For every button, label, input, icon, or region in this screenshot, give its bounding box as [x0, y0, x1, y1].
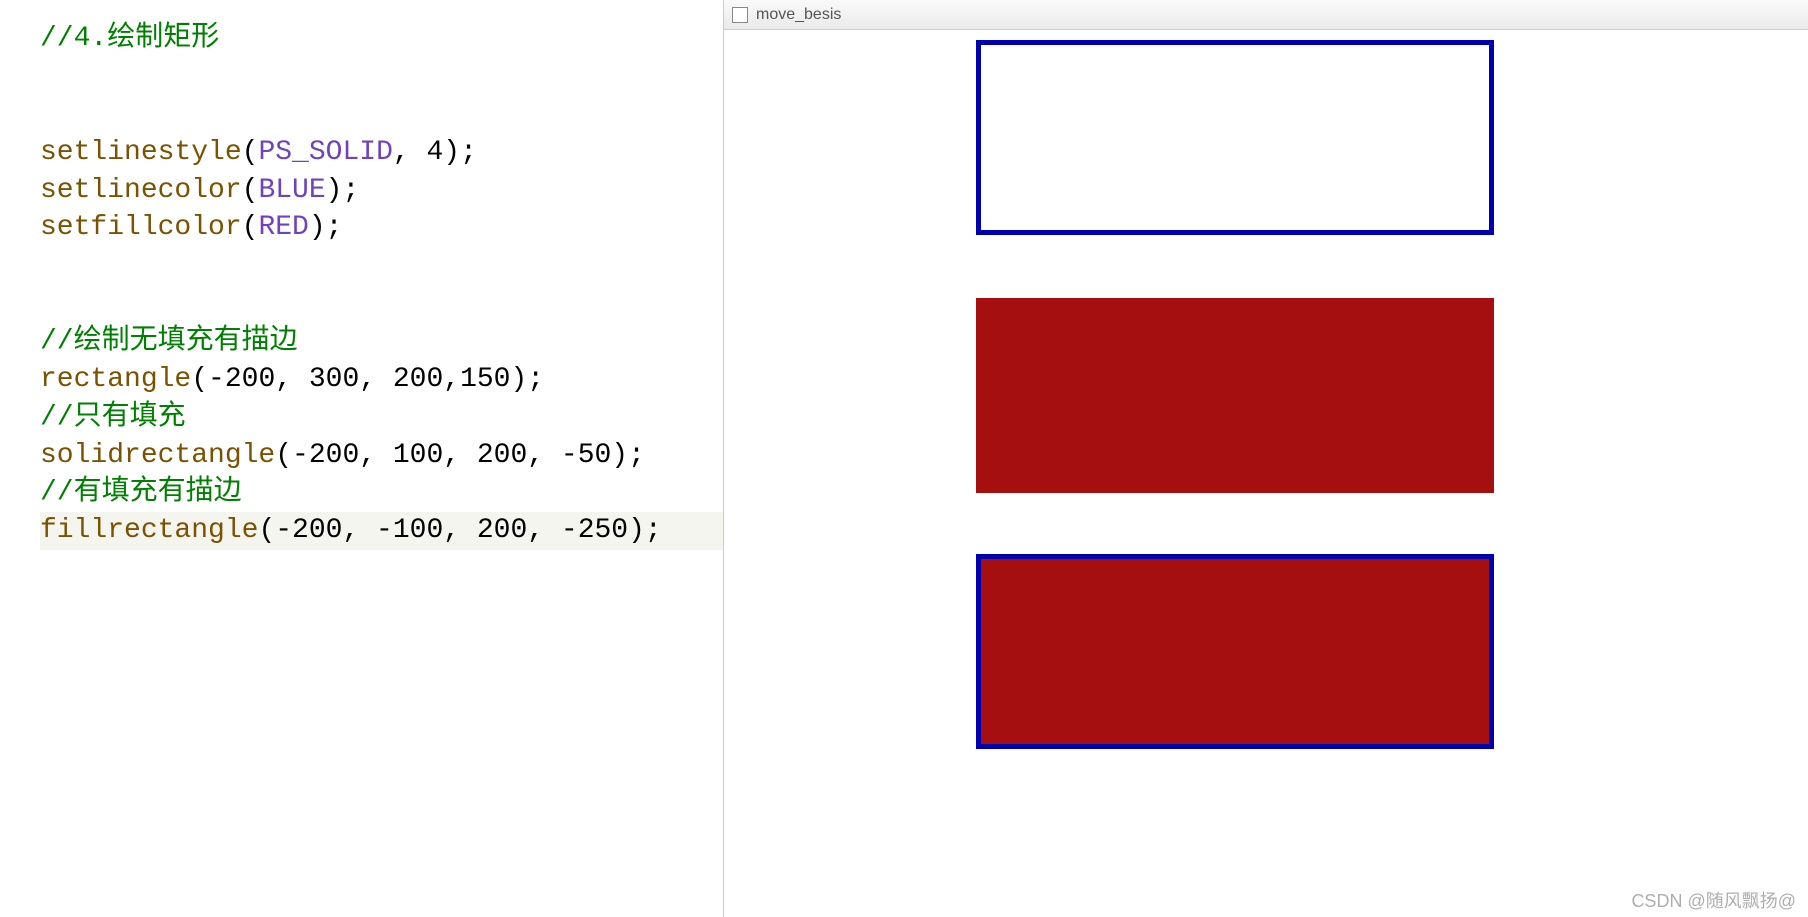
comment-solid: //只有填充 [40, 399, 723, 437]
code-line-solidrectangle: solidrectangle(-200, 100, 200, -50); [40, 437, 723, 475]
func-rectangle: rectangle [40, 364, 191, 395]
watermark-text: CSDN @随风飘扬@ [1631, 887, 1796, 913]
func-setfillcolor: setfillcolor [40, 212, 242, 243]
arg-blue: BLUE [258, 175, 325, 206]
comment-fill: //有填充有描边 [40, 474, 723, 512]
args-fillrectangle: (-200, -100, 200, -250); [258, 515, 661, 546]
app-icon [732, 7, 748, 23]
arg-ps-solid: PS_SOLID [258, 137, 392, 168]
args-rectangle: (-200, 300, 200,150); [191, 364, 544, 395]
func-solidrectangle: solidrectangle [40, 440, 275, 471]
arg-4: 4 [426, 137, 443, 168]
rectangle-fill [976, 554, 1494, 749]
code-line-setfillcolor: setfillcolor(RED); [40, 209, 723, 247]
rectangle-outline [976, 40, 1494, 235]
func-fillrectangle: fillrectangle [40, 515, 258, 546]
window-title-text: move_besis [756, 6, 841, 24]
code-line-rectangle: rectangle(-200, 300, 200,150); [40, 361, 723, 399]
func-setlinestyle: setlinestyle [40, 137, 242, 168]
func-setlinecolor: setlinecolor [40, 175, 242, 206]
code-line-setlinestyle: setlinestyle(PS_SOLID, 4); [40, 134, 723, 172]
window-titlebar[interactable]: move_besis [724, 0, 1808, 30]
args-solidrectangle: (-200, 100, 200, -50); [275, 440, 645, 471]
code-line-setlinecolor: setlinecolor(BLUE); [40, 172, 723, 210]
comment-header: //4.绘制矩形 [40, 20, 723, 58]
code-editor-panel: //4.绘制矩形 setlinestyle(PS_SOLID, 4); setl… [0, 0, 723, 917]
code-line-fillrectangle: fillrectangle(-200, -100, 200, -250); [40, 512, 723, 550]
comment-rect: //绘制无填充有描边 [40, 323, 723, 361]
arg-red: RED [258, 212, 308, 243]
rectangle-solid [976, 298, 1494, 493]
canvas-area: CSDN @随风飘扬@ [724, 30, 1808, 917]
output-window: move_besis CSDN @随风飘扬@ [723, 0, 1808, 917]
